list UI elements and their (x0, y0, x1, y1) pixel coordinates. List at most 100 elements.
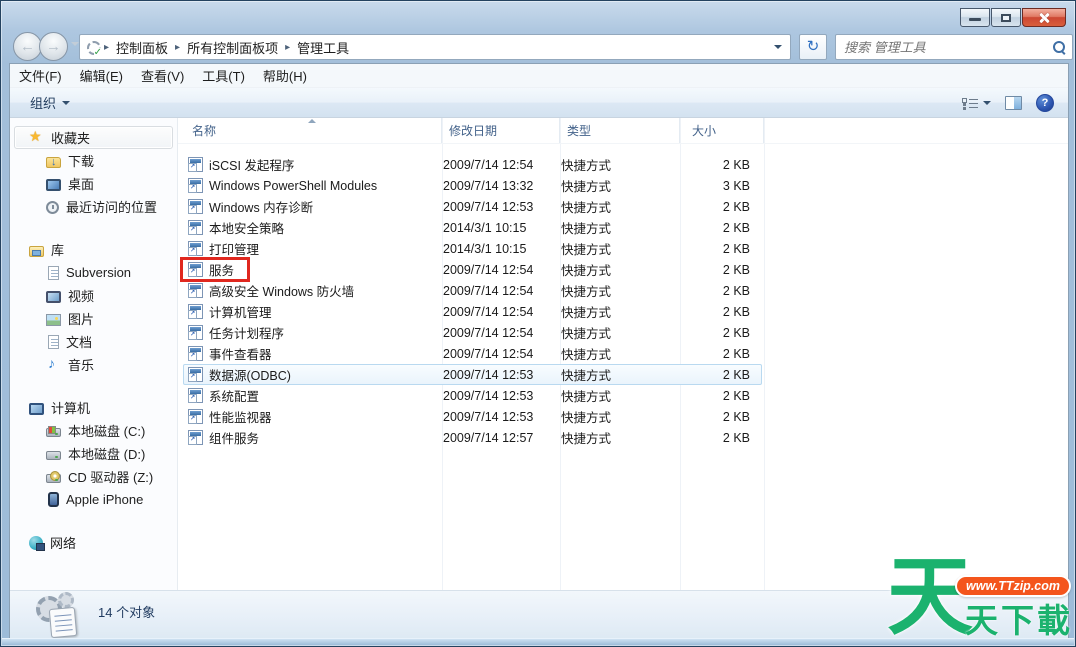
sidebar-item[interactable]: 图片 (10, 307, 177, 330)
date-modified-cell: 2009/7/14 12:54 (443, 158, 561, 172)
menu-item[interactable]: 帮助(H) (254, 66, 316, 85)
date-modified-cell: 2009/7/14 12:53 (443, 410, 561, 424)
table-row[interactable]: Windows 内存诊断2009/7/14 12:53快捷方式2 KB (183, 196, 762, 217)
sidebar-item-label: 本地磁盘 (C:) (68, 421, 145, 440)
size-cell: 2 KB (681, 200, 758, 214)
sidebar-section: 收藏夹下载桌面最近访问的位置 (10, 126, 177, 218)
sidebar-item-label: Subversion (66, 265, 131, 280)
refresh-button[interactable]: ↻ (799, 34, 827, 60)
table-row[interactable]: 数据源(ODBC)2009/7/14 12:53快捷方式2 KB (183, 364, 762, 385)
size-cell: 2 KB (681, 284, 758, 298)
address-dropdown-icon[interactable] (774, 45, 782, 53)
sidebar-item[interactable]: 收藏夹 (14, 126, 173, 149)
recent-pages-chevron-icon[interactable] (71, 42, 79, 50)
type-cell: 快捷方式 (561, 197, 681, 216)
date-modified-cell: 2009/7/14 12:53 (443, 389, 561, 403)
type-cell: 快捷方式 (561, 218, 681, 237)
sidebar-item[interactable]: 本地磁盘 (D:) (10, 442, 177, 465)
maximize-icon (1001, 14, 1011, 22)
library-icon (48, 266, 59, 280)
navigation-pane: 收藏夹下载桌面最近访问的位置库 Subversion 视频图片文档音乐计算机本地磁盘… (10, 118, 178, 590)
date-modified-cell: 2009/7/14 12:57 (443, 431, 561, 445)
breadcrumb-chevron-icon[interactable]: ▸ (174, 42, 181, 53)
minimize-icon (969, 18, 981, 21)
breadcrumb-item[interactable]: 所有控制面板项 (181, 38, 284, 57)
table-row[interactable]: 系统配置2009/7/14 12:53快捷方式2 KB (183, 385, 762, 406)
videos-icon (46, 291, 61, 303)
sidebar-item[interactable]: CD 驱动器 (Z:) (10, 465, 177, 488)
column-header[interactable]: 大小 (680, 118, 764, 143)
sidebar-item[interactable]: 库 (14, 238, 173, 261)
admin-tools-icon (86, 40, 101, 55)
table-row[interactable]: Windows PowerShell Modules2009/7/14 13:3… (183, 175, 762, 196)
file-name: 计算机管理 (209, 302, 272, 321)
size-cell: 2 KB (681, 347, 758, 361)
column-header[interactable]: 名称 (178, 118, 442, 143)
back-button[interactable]: ← (13, 32, 42, 61)
sidebar-item[interactable]: 视频 (10, 284, 177, 307)
help-button[interactable]: ? (1036, 94, 1054, 112)
file-name: 数据源(ODBC) (209, 365, 291, 384)
sidebar-item-label: CD 驱动器 (Z:) (68, 467, 153, 486)
change-view-button[interactable] (962, 97, 991, 109)
sidebar-section: 计算机本地磁盘 (C:) 本地磁盘 (D:) CD 驱动器 (Z:) Apple iP… (10, 396, 177, 511)
minimize-button[interactable] (960, 8, 990, 27)
table-row[interactable]: 服务2009/7/14 12:54快捷方式2 KB (183, 259, 762, 280)
preview-pane-button[interactable] (1005, 96, 1022, 110)
search-input[interactable] (842, 39, 1052, 56)
search-icon[interactable] (1052, 40, 1066, 54)
close-button[interactable] (1022, 8, 1066, 27)
size-cell: 2 KB (681, 431, 758, 445)
sidebar-item[interactable]: 最近访问的位置 (10, 195, 177, 218)
breadcrumb-chevron-icon[interactable]: ▸ (284, 42, 291, 53)
sidebar-item[interactable]: 计算机 (14, 396, 173, 419)
menu-item[interactable]: 编辑(E) (71, 66, 132, 85)
breadcrumb-item[interactable]: 管理工具 (291, 38, 355, 57)
menu-item[interactable]: 文件(F) (10, 66, 71, 85)
maximize-button[interactable] (991, 8, 1021, 27)
organize-button[interactable]: 组织 (22, 90, 78, 115)
type-cell: 快捷方式 (561, 176, 681, 195)
table-row[interactable]: 本地安全策略2014/3/1 10:15快捷方式2 KB (183, 217, 762, 238)
breadcrumb-chevron-icon[interactable]: ▸ (103, 42, 110, 53)
column-header[interactable]: 修改日期 (442, 118, 560, 143)
desktop-icon (46, 179, 61, 191)
type-cell: 快捷方式 (561, 239, 681, 258)
menu-item[interactable]: 工具(T) (193, 66, 254, 85)
menu-item[interactable]: 查看(V) (132, 66, 193, 85)
sidebar-item[interactable]: Subversion (10, 261, 177, 284)
sidebar-item[interactable]: Apple iPhone (10, 488, 177, 511)
shortcut-icon (188, 325, 203, 340)
table-row[interactable]: 事件查看器2009/7/14 12:54快捷方式2 KB (183, 343, 762, 364)
file-name-cell: 任务计划程序 (184, 323, 443, 342)
forward-button[interactable]: → (39, 32, 68, 61)
file-name-cell: 高级安全 Windows 防火墙 (184, 281, 443, 300)
size-cell: 2 KB (681, 263, 758, 277)
file-name: 系统配置 (209, 386, 259, 405)
sidebar-item-label: 下载 (68, 151, 94, 170)
sidebar-item[interactable]: 桌面 (10, 172, 177, 195)
file-name: 事件查看器 (209, 344, 272, 363)
file-name-cell: Windows PowerShell Modules (184, 178, 443, 193)
column-header[interactable]: 类型 (560, 118, 680, 143)
breadcrumb-item[interactable]: 控制面板 (110, 38, 174, 57)
list-view-icon (962, 97, 978, 109)
shortcut-icon (188, 220, 203, 235)
shortcut-icon (188, 178, 203, 193)
table-row[interactable]: iSCSI 发起程序2009/7/14 12:54快捷方式2 KB (183, 154, 762, 175)
sidebar-item[interactable]: 音乐 (10, 353, 177, 376)
table-row[interactable]: 打印管理2014/3/1 10:15快捷方式2 KB (183, 238, 762, 259)
table-row[interactable]: 计算机管理2009/7/14 12:54快捷方式2 KB (183, 301, 762, 322)
sidebar-item[interactable]: 本地磁盘 (C:) (10, 419, 177, 442)
table-row[interactable]: 任务计划程序2009/7/14 12:54快捷方式2 KB (183, 322, 762, 343)
sidebar-item[interactable]: 网络 (14, 531, 173, 554)
table-row[interactable]: 高级安全 Windows 防火墙2009/7/14 12:54快捷方式2 KB (183, 280, 762, 301)
file-name-cell: 打印管理 (184, 239, 443, 258)
search-box[interactable] (835, 34, 1073, 60)
file-name-cell: 系统配置 (184, 386, 443, 405)
table-row[interactable]: 性能监视器2009/7/14 12:53快捷方式2 KB (183, 406, 762, 427)
table-row[interactable]: 组件服务2009/7/14 12:57快捷方式2 KB (183, 427, 762, 448)
sidebar-item[interactable]: 文档 (10, 330, 177, 353)
sidebar-item[interactable]: 下载 (10, 149, 177, 172)
address-bar[interactable]: ▸控制面板▸所有控制面板项▸管理工具 (79, 34, 791, 60)
